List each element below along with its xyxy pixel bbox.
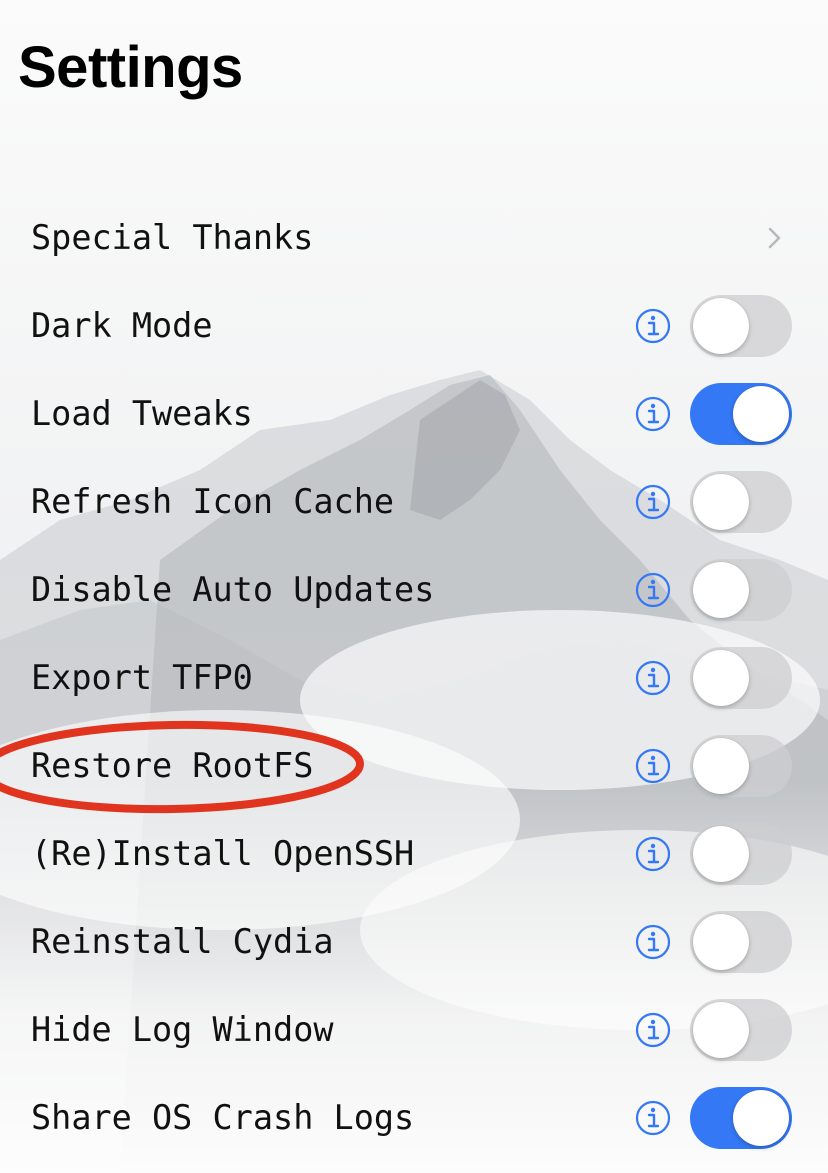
row-label: Reinstall Cydia — [31, 922, 334, 961]
row-label: Disable Auto Updates — [31, 570, 435, 609]
toggle-knob — [693, 1002, 749, 1058]
settings-row-export-tfp0: Export TFP0 — [0, 634, 828, 722]
info-circle-icon[interactable] — [634, 307, 672, 345]
row-label: (Re)Install OpenSSH — [31, 834, 415, 873]
export-tfp0-toggle[interactable] — [690, 647, 792, 709]
toggle-knob — [693, 474, 749, 530]
row-label: Special Thanks — [31, 218, 314, 257]
dark-mode-toggle[interactable] — [690, 295, 792, 357]
info-circle-icon[interactable] — [634, 835, 672, 873]
reinstall-openssh-toggle[interactable] — [690, 823, 792, 885]
settings-row-share-os-crash-logs: Share OS Crash Logs — [0, 1074, 828, 1162]
info-circle-icon[interactable] — [634, 1099, 672, 1137]
row-label: Load Tweaks — [31, 394, 253, 433]
settings-row-load-tweaks: Load Tweaks — [0, 370, 828, 458]
info-circle-icon[interactable] — [634, 483, 672, 521]
toggle-knob — [693, 298, 749, 354]
row-label: Refresh Icon Cache — [31, 482, 395, 521]
info-circle-icon[interactable] — [634, 395, 672, 433]
info-circle-icon[interactable] — [634, 923, 672, 961]
disable-auto-updates-toggle[interactable] — [690, 559, 792, 621]
toggle-knob — [693, 826, 749, 882]
settings-row-refresh-icon-cache: Refresh Icon Cache — [0, 458, 828, 546]
share-os-crash-logs-toggle[interactable] — [690, 1087, 792, 1149]
chevron-right-icon — [768, 227, 781, 249]
settings-row-reinstall-openssh: (Re)Install OpenSSH — [0, 810, 828, 898]
toggle-knob — [733, 386, 789, 442]
info-circle-icon[interactable] — [634, 571, 672, 609]
toggle-knob — [693, 914, 749, 970]
hide-log-window-toggle[interactable] — [690, 999, 792, 1061]
row-label: Share OS Crash Logs — [31, 1098, 415, 1137]
restore-rootfs-toggle[interactable] — [690, 735, 792, 797]
info-circle-icon[interactable] — [634, 747, 672, 785]
row-label: Export TFP0 — [31, 658, 253, 697]
reinstall-cydia-toggle[interactable] — [690, 911, 792, 973]
row-label: Restore RootFS — [31, 746, 314, 785]
row-label: Dark Mode — [31, 306, 213, 345]
settings-row-disable-auto-updates: Disable Auto Updates — [0, 546, 828, 634]
toggle-knob — [693, 650, 749, 706]
load-tweaks-toggle[interactable] — [690, 383, 792, 445]
toggle-knob — [733, 1090, 789, 1146]
settings-row-hide-log-window: Hide Log Window — [0, 986, 828, 1074]
row-label: Hide Log Window — [31, 1010, 334, 1049]
toggle-knob — [693, 738, 749, 794]
toggle-knob — [693, 562, 749, 618]
page-title: Settings — [18, 35, 243, 100]
refresh-icon-cache-toggle[interactable] — [690, 471, 792, 533]
settings-row-restore-rootfs: Restore RootFS — [0, 722, 828, 810]
settings-row-dark-mode: Dark Mode — [0, 282, 828, 370]
settings-list: Special Thanks Dark Mode Load Tweaks Ref… — [0, 194, 828, 1162]
info-circle-icon[interactable] — [634, 1011, 672, 1049]
settings-row-special-thanks[interactable]: Special Thanks — [0, 194, 828, 282]
info-circle-icon[interactable] — [634, 659, 672, 697]
settings-row-reinstall-cydia: Reinstall Cydia — [0, 898, 828, 986]
